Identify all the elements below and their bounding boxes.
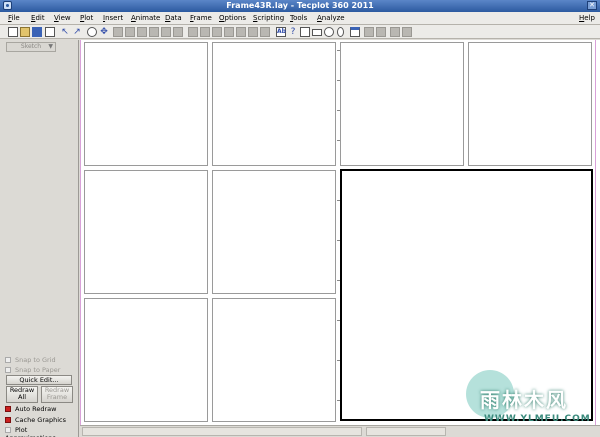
mesh-tool-icon[interactable]	[236, 27, 246, 37]
geometry-tool-icon[interactable]	[248, 27, 258, 37]
plot-approximations-label: Plot Approximations	[5, 426, 56, 437]
ruler-tick	[337, 50, 340, 51]
toolbar: ↖ ↗ ✥ Ab ?	[0, 25, 600, 39]
probe-icon[interactable]	[113, 27, 123, 37]
title-bar: Frame43R.lay - Tecplot 360 2011 ✕	[0, 0, 600, 12]
menu-data[interactable]: Data	[165, 14, 182, 22]
snap-to-paper-checkbox[interactable]: Snap to Paper	[5, 366, 60, 374]
extra-tool-icon[interactable]	[390, 27, 400, 37]
rollerball-icon[interactable]	[137, 27, 147, 37]
frame-1[interactable]	[84, 42, 208, 166]
menu-file[interactable]: File	[8, 14, 20, 22]
ruler-tick	[337, 110, 340, 111]
zone-create-icon[interactable]	[212, 27, 222, 37]
selector-arrow-icon[interactable]: ↖	[60, 27, 70, 37]
ruler-tick	[337, 240, 340, 241]
redraw-frame-button[interactable]: Redraw Frame	[41, 386, 73, 403]
twist-icon[interactable]	[161, 27, 171, 37]
menu-analyze[interactable]: Analyze	[317, 14, 345, 22]
redraw-all-button[interactable]: Redraw All	[6, 386, 38, 403]
menu-frame[interactable]: Frame	[190, 14, 212, 22]
chevron-down-icon: ▼	[48, 43, 53, 50]
menu-insert[interactable]: Insert	[103, 14, 123, 22]
ellipse-tool-icon[interactable]	[337, 27, 344, 37]
polyline-icon[interactable]	[260, 27, 270, 37]
menu-edit[interactable]: Edit	[31, 14, 45, 22]
slice-add-icon[interactable]	[200, 27, 210, 37]
rotate-icon[interactable]	[125, 27, 135, 37]
frame-4[interactable]	[468, 42, 592, 166]
snap-grid-icon[interactable]	[364, 27, 374, 37]
watermark-text: 雨林木风	[480, 388, 568, 412]
status-coord-cell	[366, 427, 446, 436]
ruler-tick	[337, 200, 340, 201]
frame-8[interactable]	[212, 298, 336, 422]
ruler-tick	[337, 280, 340, 281]
circle-tool-icon[interactable]	[324, 27, 334, 37]
menu-scripting[interactable]: Scripting	[253, 14, 284, 22]
watermark-logo: 雨林木风 WWW.YLMFU.COM	[466, 370, 598, 430]
tecplot-window: Frame43R.lay - Tecplot 360 2011 ✕ File E…	[0, 0, 600, 437]
cache-graphics-label: Cache Graphics	[15, 416, 66, 424]
watermark-url: WWW.YLMFU.COM	[484, 414, 591, 424]
save-layout-icon[interactable]	[32, 27, 42, 37]
menu-help[interactable]: Help	[579, 14, 595, 22]
ruler-tick	[337, 80, 340, 81]
snap-to-grid-label: Snap to Grid	[15, 356, 56, 364]
menu-plot[interactable]: Plot	[80, 14, 93, 22]
plot-approximations-checkbox[interactable]: Plot Approximations	[5, 426, 78, 437]
checkbox-box	[5, 406, 11, 412]
checkbox-box	[5, 427, 11, 433]
checkbox-box	[5, 367, 11, 373]
print-icon[interactable]	[45, 27, 55, 37]
frame-6[interactable]	[212, 170, 336, 294]
ruler-tick	[337, 320, 340, 321]
plot-approx-icon[interactable]	[376, 27, 386, 37]
close-icon[interactable]: ✕	[587, 1, 597, 10]
auto-redraw-checkbox[interactable]: Auto Redraw	[5, 405, 56, 413]
sidebar: Sketch ▼ Snap to Grid Snap to Paper Quic…	[0, 40, 79, 437]
checkbox-box	[5, 357, 11, 363]
snap-to-grid-checkbox[interactable]: Snap to Grid	[5, 356, 56, 364]
ruler-tick	[337, 140, 340, 141]
zoom-icon[interactable]	[87, 27, 97, 37]
ruler-tick	[337, 360, 340, 361]
frame-5[interactable]	[84, 170, 208, 294]
auto-redraw-label: Auto Redraw	[15, 405, 57, 413]
translate-icon[interactable]: ✥	[99, 27, 109, 37]
menu-view[interactable]: View	[54, 14, 71, 22]
snap-to-paper-label: Snap to Paper	[15, 366, 61, 374]
checkbox-box	[5, 417, 11, 423]
plot-type-label: Sketch	[20, 43, 42, 50]
spherical-rotate-icon[interactable]	[149, 27, 159, 37]
frame-7[interactable]	[84, 298, 208, 422]
new-layout-icon[interactable]	[8, 27, 18, 37]
cache-graphics-checkbox[interactable]: Cache Graphics	[5, 416, 66, 424]
frame-2[interactable]	[212, 42, 336, 166]
square-tool-icon[interactable]	[300, 27, 310, 37]
plot-type-select[interactable]: Sketch ▼	[6, 42, 56, 52]
extract-points-icon[interactable]	[224, 27, 234, 37]
settings-icon[interactable]	[402, 27, 412, 37]
frame-3[interactable]	[340, 42, 464, 166]
menu-options[interactable]: Options	[219, 14, 246, 22]
streamtrace-add-icon[interactable]	[188, 27, 198, 37]
quick-edit-button[interactable]: Quick Edit...	[6, 375, 72, 385]
status-message-cell	[82, 427, 362, 436]
menu-bar: File Edit View Plot Insert Animate Data …	[0, 12, 600, 25]
ruler-tick	[337, 400, 340, 401]
workspace[interactable]	[80, 40, 600, 425]
menu-tools[interactable]: Tools	[290, 14, 307, 22]
open-layout-icon[interactable]	[20, 27, 30, 37]
text-tool-icon[interactable]: Ab	[276, 27, 286, 37]
menu-animate[interactable]: Animate	[131, 14, 160, 22]
contour-add-icon[interactable]	[173, 27, 183, 37]
window-title: Frame43R.lay - Tecplot 360 2011	[226, 1, 374, 10]
rectangle-tool-icon[interactable]	[312, 29, 322, 36]
help-cursor-icon[interactable]: ?	[288, 27, 298, 37]
adjustor-icon[interactable]: ↗	[72, 27, 82, 37]
frame-tool-icon[interactable]	[350, 27, 360, 37]
